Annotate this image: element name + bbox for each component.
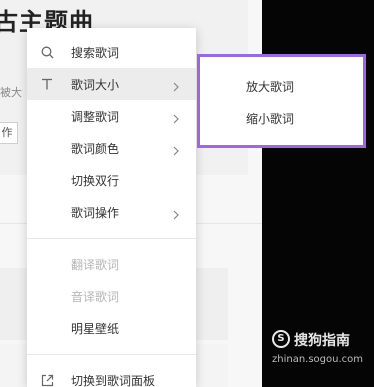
search-icon [39,44,55,60]
external-link-icon [39,372,55,387]
menu-item-lyrics-actions[interactable]: 歌词操作 [27,196,196,228]
menu-item-label: 切换到歌词面板 [71,373,156,387]
submenu-item-enlarge-lyrics[interactable]: 放大歌词 [200,70,363,102]
menu-item-transliterate-lyrics: 音译歌词 [27,280,196,312]
menu-item-translate-lyrics: 翻译歌词 [27,248,196,280]
menu-item-toggle-double-line[interactable]: 切换双行 [27,164,196,196]
menu-item-lyrics-size[interactable]: 歌词大小 [27,68,196,100]
menu-item-label: 翻译歌词 [71,257,120,272]
sogou-logo-icon: S [272,330,290,348]
submenu-item-label: 放大歌词 [246,79,295,94]
text-size-icon [39,76,55,92]
menu-item-label: 歌词操作 [71,205,120,220]
chevron-right-icon [171,206,181,220]
menu-item-label: 歌词颜色 [71,141,120,156]
menu-item-label: 明星壁纸 [71,321,120,336]
menu-item-search-lyrics[interactable]: 搜索歌词 [27,36,196,68]
sogou-watermark: S 搜狗指南 zhinan.sogou.com [272,328,372,372]
menu-item-adjust-lyrics[interactable]: 调整歌词 [27,100,196,132]
chevron-right-icon [171,142,181,156]
submenu-item-label: 缩小歌词 [246,111,295,126]
menu-item-label: 搜索歌词 [71,45,120,60]
menu-item-label: 调整歌词 [71,109,120,124]
menu-item-label: 音译歌词 [71,289,120,304]
watermark-url: zhinan.sogou.com [272,354,364,365]
menu-divider [27,354,196,355]
menu-item-lyrics-color[interactable]: 歌词颜色 [27,132,196,164]
lyrics-context-menu: 搜索歌词 歌词大小 调整歌词 歌词颜色 切换双行 歌词操作 翻译歌词 音译歌词 … [27,28,196,387]
watermark-title: 搜狗指南 [294,333,350,349]
song-description: 被大 [0,86,22,99]
menu-divider [27,238,196,239]
menu-item-switch-to-lyrics-panel[interactable]: 切换到歌词面板 [27,364,196,387]
action-button[interactable]: 作 [0,122,18,144]
menu-item-label: 歌词大小 [71,77,120,92]
menu-item-label: 切换双行 [71,173,120,188]
lyrics-size-submenu: 放大歌词 缩小歌词 [197,54,366,148]
chevron-right-icon [171,78,181,92]
chevron-right-icon [171,110,181,124]
submenu-item-shrink-lyrics[interactable]: 缩小歌词 [200,102,363,134]
menu-item-star-wallpaper[interactable]: 明星壁纸 [27,312,196,344]
